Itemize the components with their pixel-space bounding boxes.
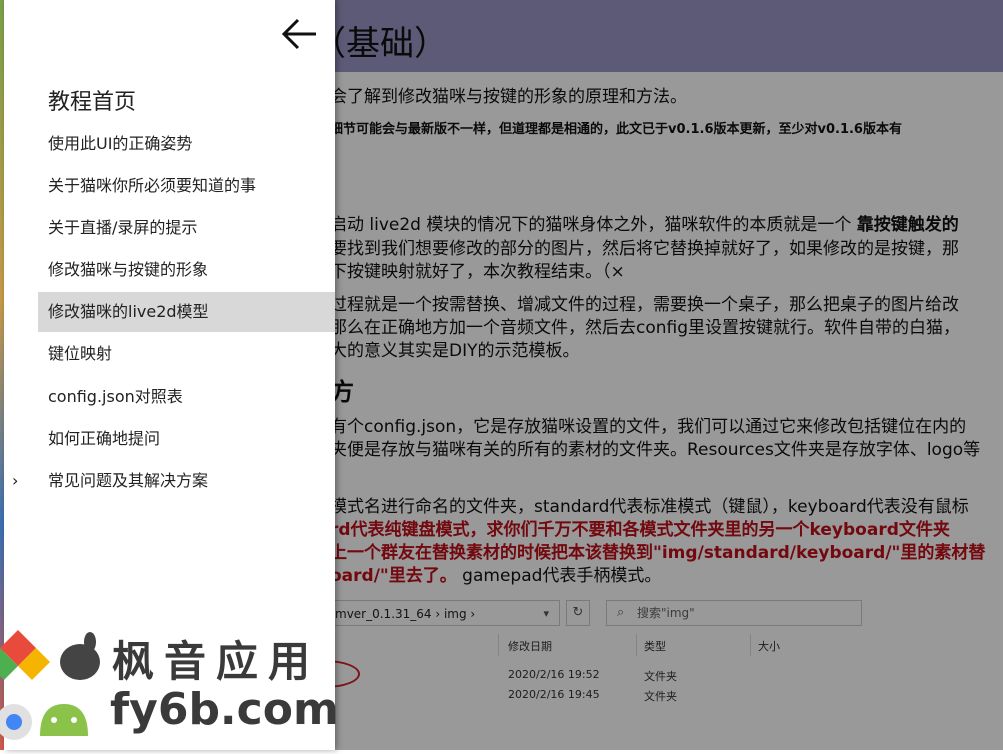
nav-item-live2d-model[interactable]: 修改猫咪的live2d模型 bbox=[38, 292, 335, 332]
nav-drawer: 教程首页 使用此UI的正确姿势 关于猫咪你所必须要知道的事 关于直播/录屏的提示… bbox=[4, 0, 335, 750]
arrow-left-icon[interactable] bbox=[280, 14, 320, 54]
nav-item-key-mapping[interactable]: 键位映射 bbox=[38, 334, 335, 374]
nav-item-streaming-tips[interactable]: 关于直播/录屏的提示 bbox=[38, 208, 335, 248]
nav-home-link[interactable]: 教程首页 bbox=[48, 84, 136, 116]
nav-item-modify-appearance[interactable]: 修改猫咪与按键的形象 bbox=[38, 250, 335, 290]
nav-item-faq[interactable]: 常见问题及其解决方案 bbox=[38, 461, 335, 501]
nav-item-how-to-ask[interactable]: 如何正确地提问 bbox=[38, 419, 335, 459]
nav-item-config-table[interactable]: config.json对照表 bbox=[38, 377, 335, 417]
nav-item-cat-basics[interactable]: 关于猫咪你所必须要知道的事 bbox=[38, 166, 335, 206]
chevron-right-icon[interactable]: › bbox=[12, 461, 18, 501]
nav-item-ui-usage[interactable]: 使用此UI的正确姿势 bbox=[38, 124, 335, 164]
